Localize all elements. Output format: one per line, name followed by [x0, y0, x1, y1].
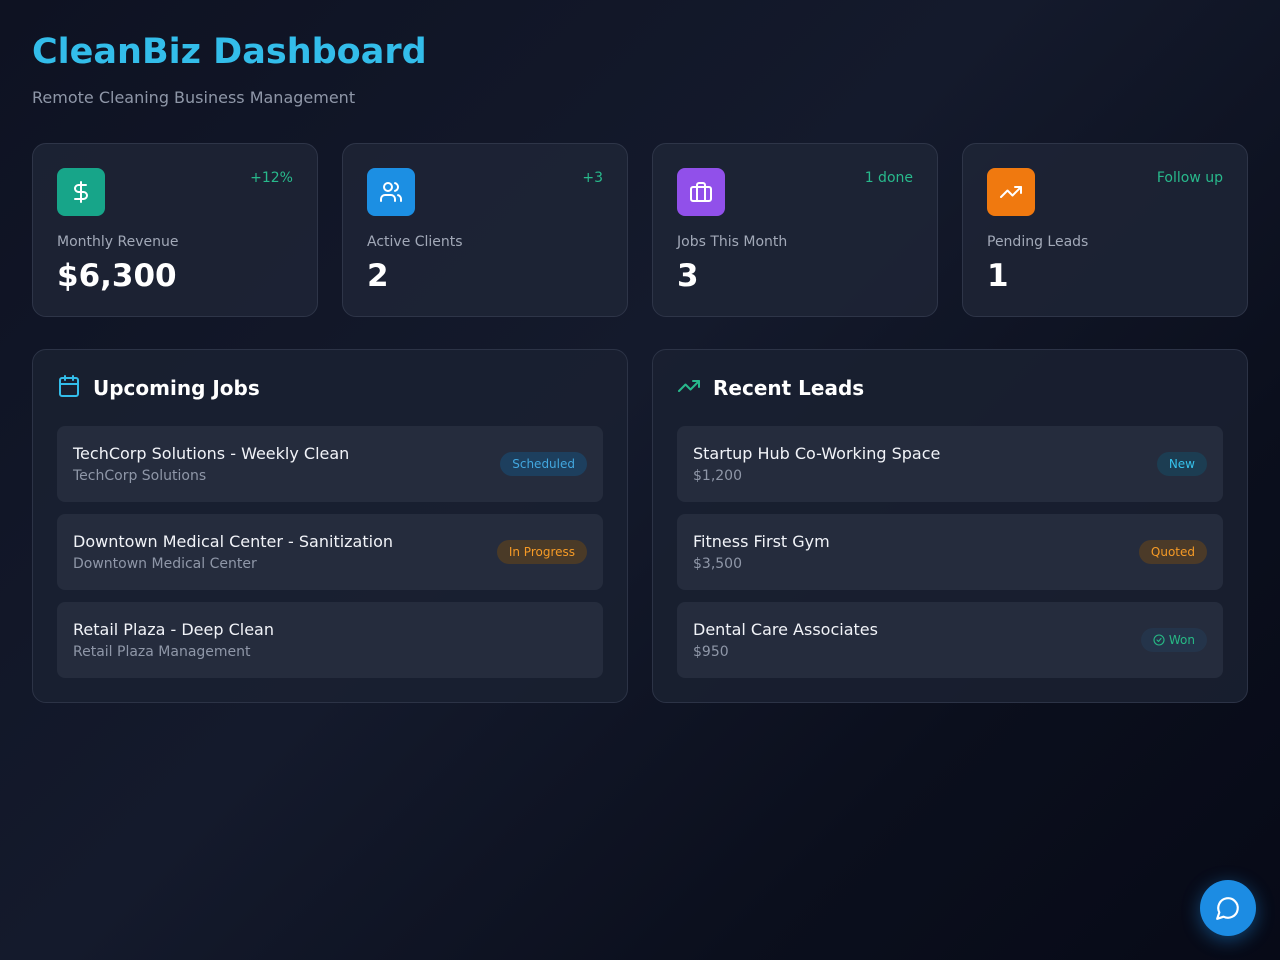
stat-value: 1: [987, 258, 1009, 294]
lead-value: $3,500: [693, 555, 742, 572]
briefcase-icon: [677, 168, 725, 216]
stat-label: Active Clients: [367, 234, 463, 250]
panel-header: Recent Leads: [677, 374, 1223, 402]
job-client: Downtown Medical Center: [73, 555, 257, 572]
stat-label: Jobs This Month: [677, 234, 788, 250]
page-title: CleanBiz Dashboard: [32, 32, 427, 72]
users-icon: [367, 168, 415, 216]
status-badge: Scheduled: [500, 452, 587, 476]
lead-item[interactable]: Dental Care Associates $950 Won: [677, 602, 1223, 678]
stat-change: 1 done: [864, 170, 913, 186]
panel-header: Upcoming Jobs: [57, 374, 603, 402]
stat-value: $6,300: [57, 258, 177, 294]
stat-change: +12%: [250, 170, 293, 186]
lead-item[interactable]: Fitness First Gym $3,500 Quoted: [677, 514, 1223, 590]
status-badge: Quoted: [1138, 540, 1207, 564]
upcoming-jobs-panel: Upcoming Jobs TechCorp Solutions - Weekl…: [32, 349, 628, 703]
stat-value: 2: [367, 258, 389, 294]
stat-card-jobs: 1 done Jobs This Month 3: [652, 143, 938, 317]
panels-row: Upcoming Jobs TechCorp Solutions - Weekl…: [32, 349, 1248, 703]
recent-leads-panel: Recent Leads Startup Hub Co-Working Spac…: [652, 349, 1248, 703]
stat-value: 3: [677, 258, 699, 294]
job-client: Retail Plaza Management: [73, 643, 251, 660]
job-item[interactable]: Retail Plaza - Deep Clean Retail Plaza M…: [57, 602, 603, 678]
chat-button[interactable]: [1200, 880, 1256, 936]
job-title: Downtown Medical Center - Sanitization: [73, 531, 394, 551]
dashboard-page: CleanBiz Dashboard Remote Cleaning Busin…: [0, 0, 1280, 960]
status-badge: In Progress: [496, 540, 587, 564]
stat-change: Follow up: [1156, 170, 1223, 186]
job-item[interactable]: Downtown Medical Center - Sanitization D…: [57, 514, 603, 590]
stat-card-clients: +3 Active Clients 2: [342, 143, 628, 317]
lead-title: Dental Care Associates: [693, 619, 878, 639]
panel-title: Upcoming Jobs: [93, 376, 260, 400]
stat-label: Pending Leads: [987, 234, 1089, 250]
job-title: Retail Plaza - Deep Clean: [73, 619, 274, 639]
status-badge: Won: [1140, 628, 1207, 652]
lead-title: Fitness First Gym: [693, 531, 830, 551]
calendar-icon: [57, 374, 81, 402]
stat-label: Monthly Revenue: [57, 234, 179, 250]
page-subtitle: Remote Cleaning Business Management: [32, 88, 356, 107]
chat-bubble-icon: [1216, 897, 1239, 920]
lead-title: Startup Hub Co-Working Space: [693, 443, 941, 463]
status-badge: New: [1156, 452, 1207, 476]
status-badge-label: Won: [1168, 633, 1195, 647]
job-item[interactable]: TechCorp Solutions - Weekly Clean TechCo…: [57, 426, 603, 502]
stats-row: +12% Monthly Revenue $6,300 +3 Active Cl…: [32, 143, 1248, 317]
check-circle-icon: [1153, 634, 1165, 646]
job-title: TechCorp Solutions - Weekly Clean: [73, 443, 350, 463]
dollar-icon: [57, 168, 105, 216]
stat-change: +3: [582, 170, 603, 186]
lead-value: $950: [693, 643, 729, 660]
stat-card-leads: Follow up Pending Leads 1: [962, 143, 1248, 317]
lead-value: $1,200: [693, 467, 742, 484]
trending-up-icon: [987, 168, 1035, 216]
lead-item[interactable]: Startup Hub Co-Working Space $1,200 New: [677, 426, 1223, 502]
trending-up-icon: [677, 374, 701, 402]
panel-title: Recent Leads: [713, 376, 865, 400]
stat-card-revenue: +12% Monthly Revenue $6,300: [32, 143, 318, 317]
job-client: TechCorp Solutions: [73, 467, 207, 484]
